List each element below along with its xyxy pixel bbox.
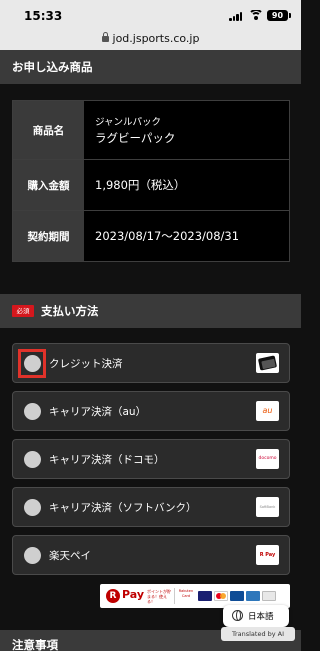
price-value: 1,980円（税込）: [84, 160, 289, 210]
rakuten-card-logo: Rakuten Card: [178, 589, 194, 598]
product-name-value: ジャンルパック ラグビーパック: [84, 101, 289, 159]
payment-option-label: クレジット決済: [49, 358, 123, 370]
globe-icon: [232, 610, 243, 621]
price-label: 購入金額: [13, 160, 84, 210]
price-text: 1,980円（税込）: [95, 178, 186, 192]
divider: [174, 588, 175, 604]
payment-option-rakuten-pay[interactable]: 楽天ペイ R Pay: [12, 535, 290, 575]
table-row: 購入金額 1,980円（税込）: [13, 160, 289, 210]
radio-button[interactable]: [24, 451, 41, 468]
translated-by-ai-label: Translated by AI: [221, 627, 295, 641]
product-genre: ジャンルパック: [95, 117, 162, 128]
status-time: 15:33: [24, 9, 63, 23]
table-row: 契約期間 2023/08/17〜2023/08/31: [13, 211, 289, 261]
table-row: 商品名 ジャンルパック ラグビーパック: [13, 101, 289, 159]
payment-option-credit[interactable]: クレジット決済: [12, 343, 290, 383]
lock-icon: [101, 32, 109, 42]
payment-option-label: キャリア決済（au）: [49, 406, 147, 418]
battery-icon: 90: [267, 10, 288, 21]
diners-icon: [262, 591, 276, 601]
payment-option-label: 楽天ペイ: [49, 550, 91, 562]
address-bar[interactable]: jod.jsports.co.jp: [0, 28, 301, 50]
payment-option-label: キャリア決済（ソフトバンク）: [49, 502, 197, 514]
payment-option-au[interactable]: キャリア決済（au） au: [12, 391, 290, 431]
credit-card-icon: [256, 353, 279, 373]
mastercard-icon: [214, 591, 228, 601]
payment-section-title: 支払い方法: [41, 304, 99, 318]
contract-period-value: 2023/08/17〜2023/08/31: [84, 211, 289, 261]
rakuten-r-icon: R: [106, 589, 120, 603]
translate-language-button[interactable]: 日本語: [223, 605, 289, 627]
visa-icon: [198, 591, 212, 601]
notes-section-title: 注意事項: [12, 638, 58, 651]
radio-button[interactable]: [24, 499, 41, 516]
required-badge: 必須: [12, 305, 34, 317]
docomo-logo-icon: docomo: [256, 449, 279, 469]
order-section-title: お申し込み商品: [12, 60, 93, 74]
rakuten-pay-tagline: ポイントが貯まる！使える！: [147, 589, 171, 604]
jcb-icon: [230, 591, 244, 601]
cellular-signal-icon: [229, 12, 243, 21]
translate-language-label: 日本語: [248, 612, 274, 622]
amex-icon: [246, 591, 260, 601]
order-section-header: お申し込み商品: [0, 50, 301, 84]
rakuten-pay-logo-icon: R Pay: [256, 545, 279, 565]
status-bar: 15:33 90: [0, 0, 301, 28]
radio-button[interactable]: [24, 403, 41, 420]
url-text: jod.jsports.co.jp: [112, 32, 200, 45]
softbank-logo-icon: SoftBank: [256, 497, 279, 517]
product-name: ラグビーパック: [95, 131, 176, 145]
payment-section-header: 支払い方法: [0, 294, 301, 328]
wifi-icon: [249, 10, 262, 20]
payment-option-softbank[interactable]: キャリア決済（ソフトバンク） SoftBank: [12, 487, 290, 527]
au-logo-icon: au: [256, 401, 279, 421]
payment-option-docomo[interactable]: キャリア決済（ドコモ） docomo: [12, 439, 290, 479]
contract-period-label: 契約期間: [13, 211, 84, 261]
highlight-box: [18, 349, 46, 378]
radio-button[interactable]: [24, 547, 41, 564]
payment-option-label: キャリア決済（ドコモ）: [49, 454, 165, 466]
order-details-table: 商品名 ジャンルパック ラグビーパック 購入金額 1,980円（税込） 契約期間…: [12, 100, 290, 262]
product-name-label: 商品名: [13, 101, 84, 159]
battery-tip: [289, 13, 291, 18]
rakuten-pay-text: Pay: [122, 588, 145, 601]
contract-period-text: 2023/08/17〜2023/08/31: [95, 229, 240, 243]
